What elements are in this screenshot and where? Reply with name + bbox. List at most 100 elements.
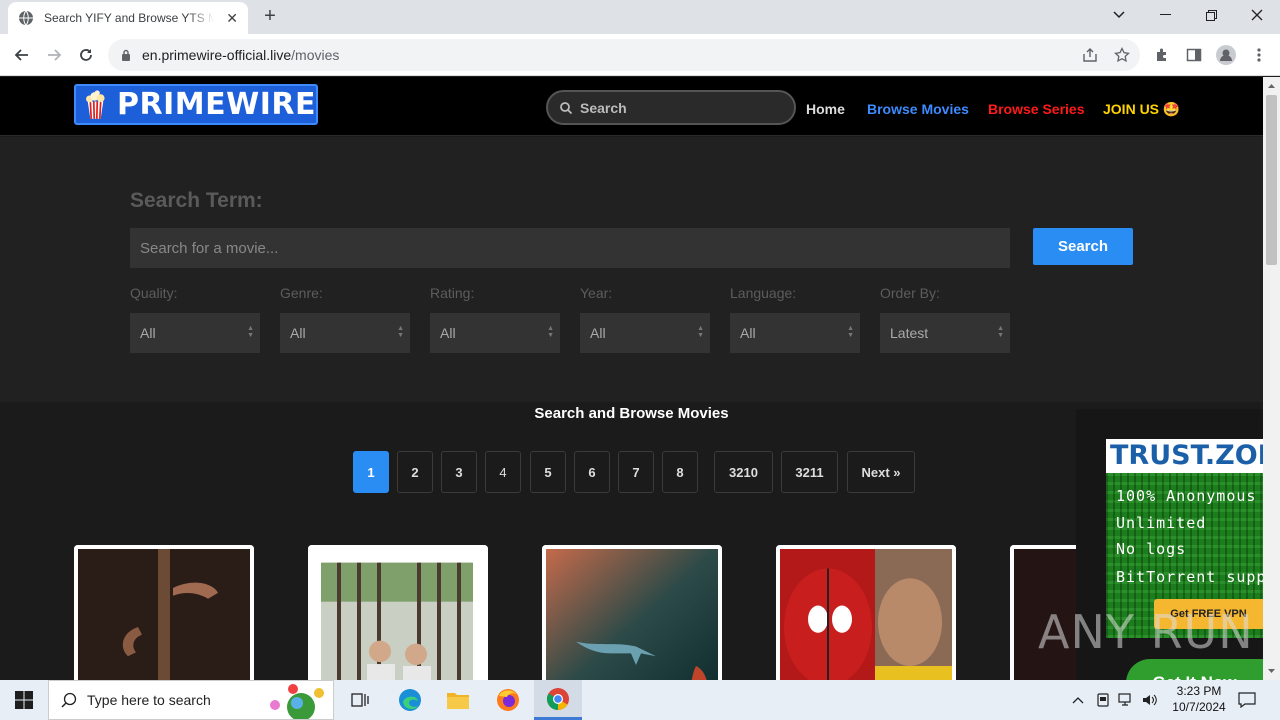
movie-card[interactable] bbox=[776, 545, 956, 680]
browser-tab[interactable]: Search YIFY and Browse YTS Movies ✕ bbox=[8, 2, 248, 34]
reload-button[interactable] bbox=[73, 42, 99, 68]
share-button[interactable] bbox=[1077, 42, 1103, 68]
scroll-down-icon[interactable] bbox=[1263, 664, 1280, 678]
file-explorer-taskbar-button[interactable] bbox=[434, 680, 482, 720]
search-button[interactable]: Search bbox=[1033, 228, 1133, 265]
arrow-right-icon bbox=[48, 49, 62, 61]
site-header: PRIMEWIRE Search Home Browse Movies Brow… bbox=[0, 77, 1263, 136]
tab-search-button[interactable] bbox=[1096, 0, 1142, 30]
genre-select[interactable]: All ▲ ▼ bbox=[280, 313, 410, 353]
logo-text: PRIMEWIRE bbox=[117, 87, 316, 122]
quality-value: All bbox=[140, 325, 156, 341]
speaker-icon bbox=[1143, 694, 1157, 706]
movie-card[interactable] bbox=[308, 545, 488, 680]
start-button[interactable] bbox=[0, 680, 48, 720]
nav-join-us[interactable]: JOIN US 🤩 bbox=[1103, 101, 1180, 118]
year-select[interactable]: All ▲ ▼ bbox=[580, 313, 710, 353]
next-page-button[interactable]: Next » bbox=[847, 451, 915, 493]
nav-browse-movies[interactable]: Browse Movies bbox=[867, 101, 969, 117]
page-button-4[interactable]: 4 bbox=[485, 451, 521, 493]
get-it-now-button[interactable]: Get It Now bbox=[1126, 659, 1263, 680]
chrome-taskbar-button[interactable] bbox=[534, 680, 582, 720]
reload-icon bbox=[80, 49, 92, 61]
genre-value: All bbox=[290, 325, 306, 341]
clock-time: 3:23 PM bbox=[1176, 684, 1222, 698]
side-panel-button[interactable] bbox=[1181, 42, 1207, 68]
firefox-taskbar-button[interactable] bbox=[484, 680, 532, 720]
search-highlight-illustration bbox=[270, 684, 324, 719]
extensions-button[interactable] bbox=[1149, 42, 1175, 68]
chevron-down-icon bbox=[1113, 11, 1125, 19]
site-logo[interactable]: PRIMEWIRE bbox=[74, 84, 318, 125]
edge-taskbar-button[interactable] bbox=[386, 680, 434, 720]
page-button-3[interactable]: 3 bbox=[441, 451, 477, 493]
movie-poster bbox=[780, 549, 952, 680]
firefox-icon bbox=[497, 689, 519, 711]
tray-device-button[interactable] bbox=[1094, 692, 1112, 708]
taskbar-clock[interactable]: 3:23 PM 10/7/2024 bbox=[1164, 683, 1234, 715]
popcorn-icon bbox=[86, 89, 105, 119]
language-select[interactable]: All ▲ ▼ bbox=[730, 313, 860, 353]
close-window-button[interactable] bbox=[1234, 0, 1280, 30]
windows-logo-icon bbox=[15, 691, 33, 709]
order-by-select[interactable]: Latest ▲ ▼ bbox=[880, 313, 1010, 353]
scroll-up-icon[interactable] bbox=[1263, 79, 1280, 93]
volume-button[interactable] bbox=[1141, 692, 1159, 708]
header-search-input[interactable]: Search bbox=[546, 90, 796, 125]
taskbar-search-box[interactable]: Type here to search bbox=[48, 680, 334, 720]
restore-button[interactable] bbox=[1188, 0, 1234, 30]
movie-card[interactable] bbox=[542, 545, 722, 680]
menu-button[interactable] bbox=[1246, 42, 1272, 68]
page-button-3210[interactable]: 3210 bbox=[714, 451, 773, 493]
page-button-7[interactable]: 7 bbox=[618, 451, 654, 493]
avatar-icon bbox=[1216, 45, 1236, 65]
address-bar[interactable]: en.primewire-official.live/movies bbox=[108, 39, 1140, 71]
header-search-placeholder: Search bbox=[580, 99, 627, 116]
show-hidden-icons-button[interactable] bbox=[1069, 692, 1087, 708]
forward-button[interactable] bbox=[41, 42, 67, 68]
chevron-up-icon bbox=[1072, 697, 1084, 704]
task-view-button[interactable] bbox=[336, 680, 384, 720]
tab-title: Search YIFY and Browse YTS Movies bbox=[44, 11, 214, 25]
page-button-2[interactable]: 2 bbox=[397, 451, 433, 493]
section-title: Search and Browse Movies bbox=[534, 405, 729, 422]
close-tab-icon[interactable]: ✕ bbox=[226, 10, 238, 27]
new-tab-button[interactable]: + bbox=[258, 6, 282, 28]
back-button[interactable] bbox=[9, 42, 35, 68]
rating-select[interactable]: All ▲ ▼ bbox=[430, 313, 560, 353]
notifications-button[interactable] bbox=[1238, 692, 1256, 708]
select-arrows-icon: ▲ ▼ bbox=[697, 325, 704, 339]
nav-browse-series[interactable]: Browse Series bbox=[988, 101, 1085, 117]
scrollbar-thumb[interactable] bbox=[1266, 95, 1277, 265]
ad-line: No logs bbox=[1116, 540, 1187, 558]
url-host: en.primewire-official.live bbox=[142, 47, 292, 63]
ad-brand: TRUST.ZONE bbox=[1106, 439, 1263, 473]
profile-button[interactable] bbox=[1213, 42, 1239, 68]
page-button-3211[interactable]: 3211 bbox=[781, 451, 838, 493]
web-page: PRIMEWIRE Search Home Browse Movies Brow… bbox=[0, 77, 1263, 680]
chrome-icon bbox=[547, 687, 569, 710]
page-button-6[interactable]: 6 bbox=[574, 451, 610, 493]
language-label: Language: bbox=[730, 285, 797, 301]
movie-card[interactable] bbox=[74, 545, 254, 680]
nav-home[interactable]: Home bbox=[806, 101, 845, 117]
order-by-value: Latest bbox=[890, 325, 929, 341]
rating-value: All bbox=[440, 325, 456, 341]
quality-label: Quality: bbox=[130, 285, 178, 301]
notification-icon bbox=[1238, 692, 1256, 708]
restore-icon bbox=[1205, 9, 1217, 21]
device-icon bbox=[1097, 693, 1109, 707]
page-button-1[interactable]: 1 bbox=[353, 451, 389, 493]
bookmark-button[interactable] bbox=[1109, 42, 1135, 68]
movie-search-input[interactable]: Search for a movie... bbox=[130, 228, 1010, 268]
quality-select[interactable]: All ▲ ▼ bbox=[130, 313, 260, 353]
network-icon bbox=[1118, 693, 1131, 706]
minimize-button[interactable] bbox=[1142, 0, 1188, 30]
year-value: All bbox=[590, 325, 606, 341]
ad-line: BitTorrent support bbox=[1116, 568, 1263, 586]
page-button-8[interactable]: 8 bbox=[662, 451, 698, 493]
genre-label: Genre: bbox=[280, 285, 323, 301]
page-scrollbar[interactable] bbox=[1263, 77, 1280, 680]
page-button-5[interactable]: 5 bbox=[530, 451, 566, 493]
network-button[interactable] bbox=[1117, 692, 1135, 708]
